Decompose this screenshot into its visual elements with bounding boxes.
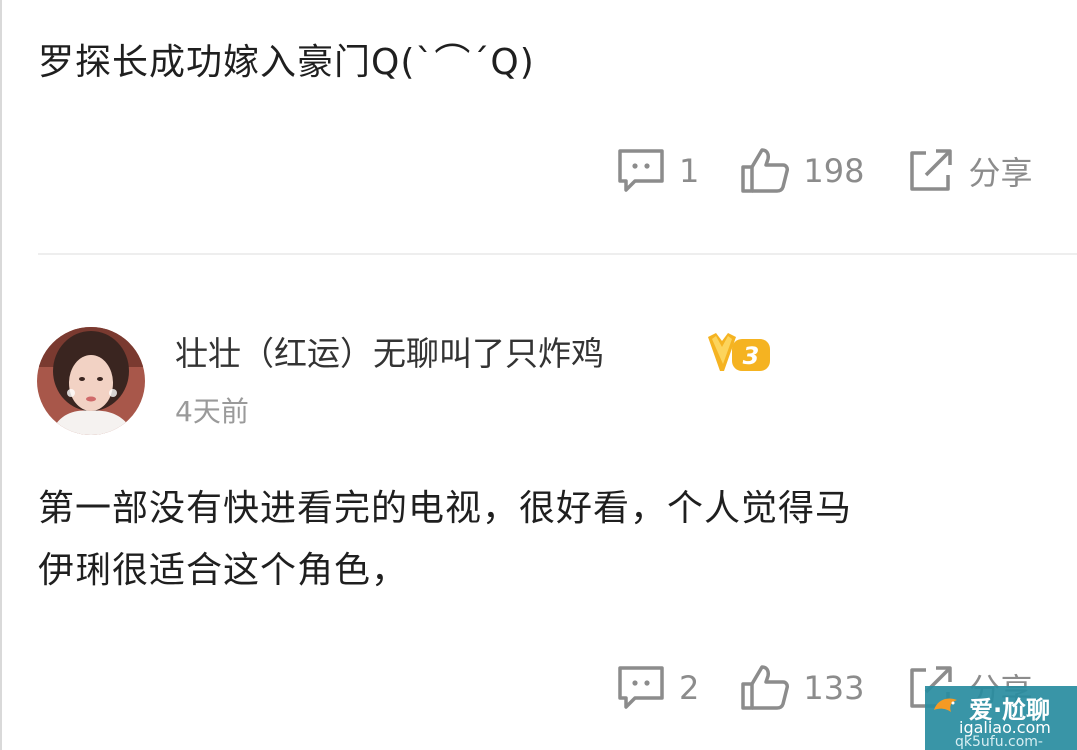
comment-2-text-line-1: 第一部没有快进看完的电视，很好看，个人觉得马 <box>38 488 853 529</box>
watermark: 爱·尬聊 igaliao.com qk5ufu.com- <box>925 686 1077 750</box>
comment-2-text-line-2: 伊琍很适合这个角色， <box>38 550 409 591</box>
left-edge-border <box>0 0 2 750</box>
comment-1-text-line: 罗探长成功嫁入豪门Q(`⌒´Q) <box>38 42 535 83</box>
vip-level: 3 <box>743 342 760 370</box>
watermark-url-secondary: qk5ufu.com- <box>955 734 1043 750</box>
reply-button[interactable]: 1 <box>615 145 699 197</box>
like-button[interactable]: 133 <box>739 662 864 714</box>
share-label: 分享 <box>968 154 1033 192</box>
thumbs-up-icon <box>739 145 791 197</box>
share-button[interactable]: 分享 <box>904 145 1032 197</box>
comment-feed: 罗探长成功嫁入豪门Q(`⌒´Q) 1 198 分享 壮壮（红运）无聊叫了只炸鸡 … <box>0 0 1077 750</box>
comment-1-actions: 1 198 分享 <box>615 143 1032 199</box>
thumbs-up-icon <box>739 662 791 714</box>
like-count: 198 <box>803 152 865 190</box>
like-button[interactable]: 198 <box>739 145 864 197</box>
avatar[interactable] <box>37 327 145 435</box>
timestamp: 4天前 <box>175 395 249 428</box>
username[interactable]: 壮壮（红运）无聊叫了只炸鸡 <box>175 330 604 378</box>
comment-divider <box>38 253 1077 255</box>
bird-logo-icon <box>931 692 961 726</box>
reply-button[interactable]: 2 <box>615 662 699 714</box>
comment-2-text: 第一部没有快进看完的电视，很好看，个人觉得马 伊琍很适合这个角色， <box>38 478 852 602</box>
reply-count: 2 <box>679 669 700 707</box>
reply-count: 1 <box>679 152 700 190</box>
comment-icon <box>615 662 667 714</box>
like-count: 133 <box>803 669 865 707</box>
comment-1-text: 罗探长成功嫁入豪门Q(`⌒´Q) <box>38 32 535 94</box>
vip-badge-icon: 3 <box>706 331 772 377</box>
share-icon <box>904 145 956 197</box>
comment-icon <box>615 145 667 197</box>
